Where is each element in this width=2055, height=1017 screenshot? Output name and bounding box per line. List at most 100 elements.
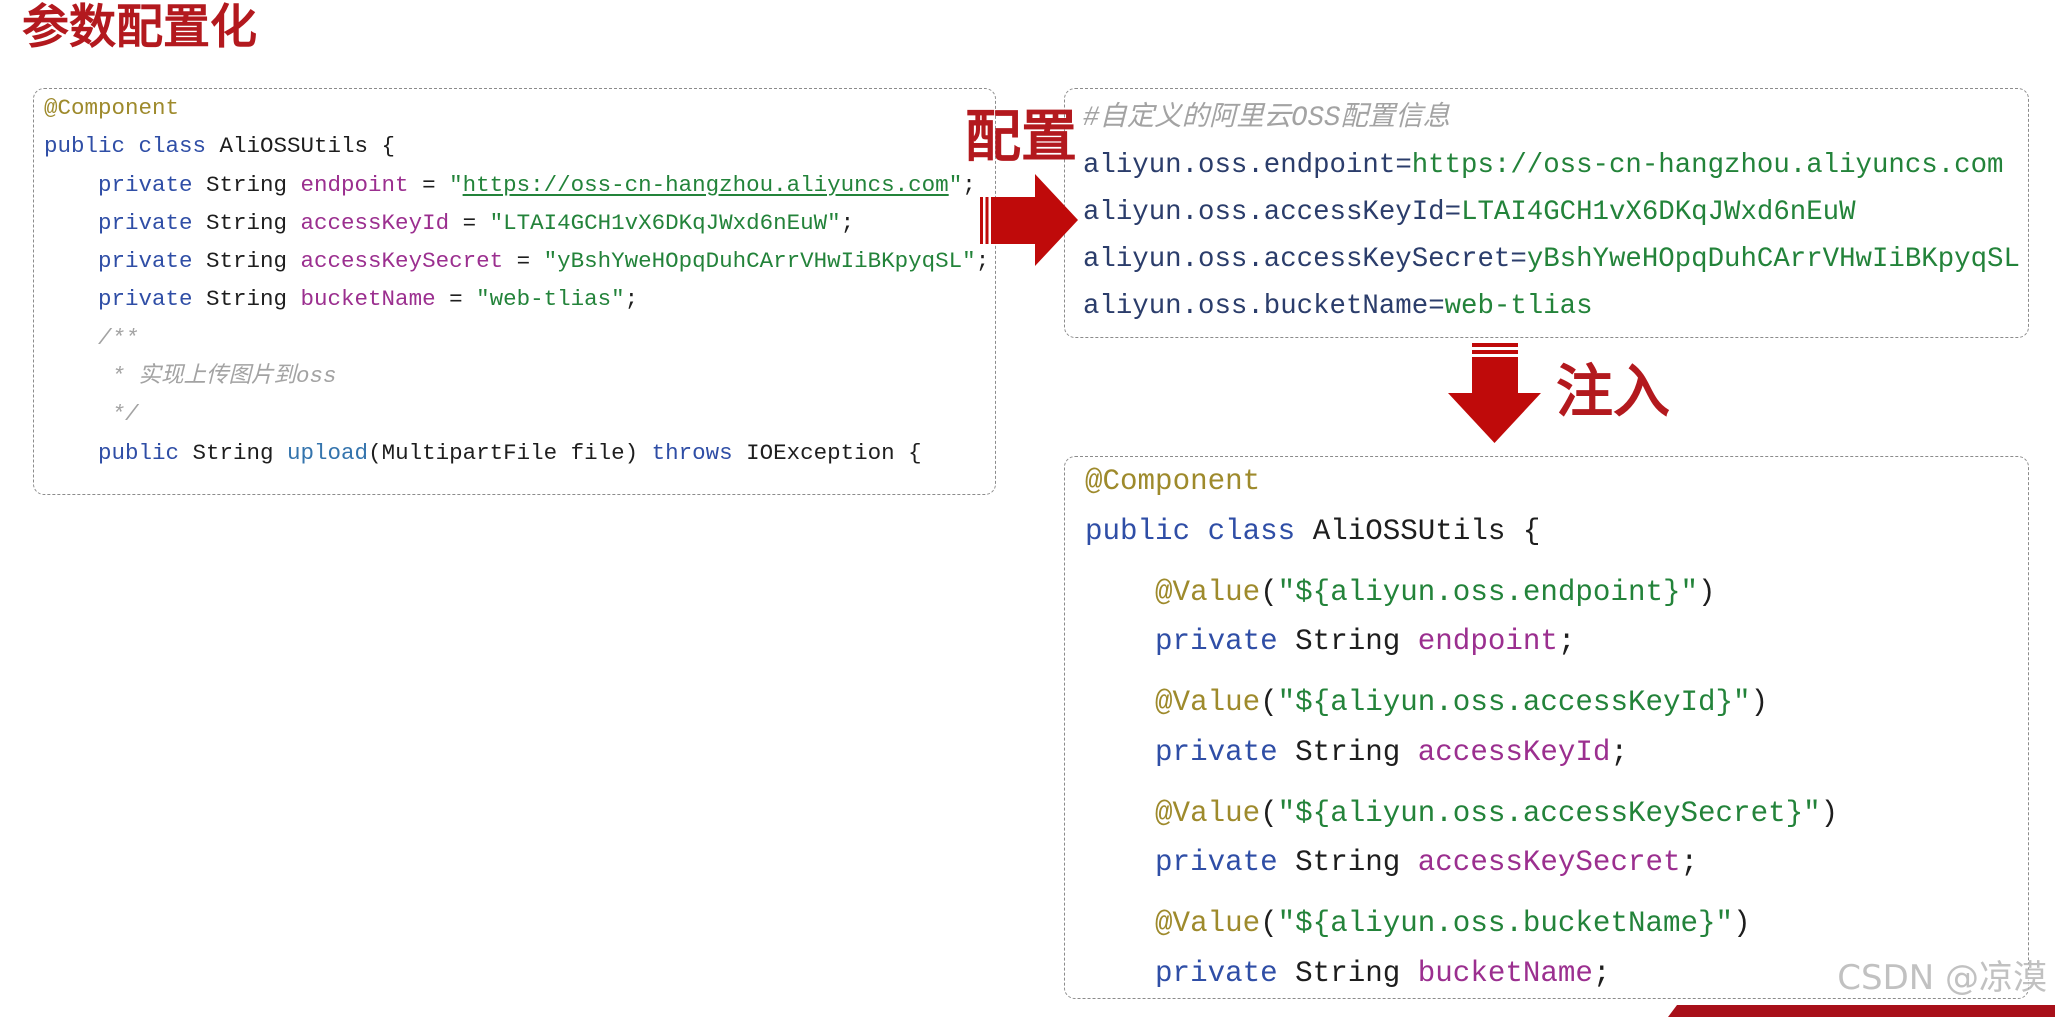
paren: ( — [1260, 907, 1278, 940]
code-line: private String endpoint; — [1085, 617, 2028, 667]
config-value: web-tlias — [1444, 291, 1593, 322]
field-name: bucketName — [1417, 956, 1593, 990]
keyword: throws — [651, 439, 733, 466]
code-line: private String accessKeySecret; — [1085, 838, 2028, 888]
annotation: @Component — [44, 95, 180, 121]
config-key: aliyun.oss.accessKeySecret — [1083, 244, 1511, 275]
keyword: private — [98, 286, 193, 313]
injected-code-panel: @Component public class AliOSSUtils { @V… — [1064, 456, 2029, 999]
type-name: String — [1277, 625, 1418, 658]
config-line: aliyun.oss.bucketName=web-tlias — [1083, 283, 2028, 330]
code-line: private String accessKeyId; — [1085, 728, 2028, 778]
code-line: public class AliOSSUtils { — [44, 127, 995, 165]
operator: = — [435, 286, 477, 313]
paren: ) — [1698, 575, 1716, 609]
field-name: endpoint — [300, 171, 409, 198]
configure-label: 配置 — [965, 105, 1077, 170]
comment: */ — [98, 401, 139, 428]
type-name: String — [1277, 846, 1418, 879]
semicolon: ; — [962, 171, 976, 198]
type-name: String — [192, 171, 301, 198]
string-literal: "${aliyun.oss.endpoint}" — [1277, 575, 1699, 609]
semicolon: ; — [840, 209, 855, 236]
config-line: #自定义的阿里云OSS配置信息 — [1083, 95, 2028, 142]
code-line: private String bucketName = "web-tlias"; — [44, 280, 995, 318]
type-name: String — [179, 439, 288, 466]
paren: ) — [1733, 907, 1751, 940]
keyword: public class — [1085, 514, 1296, 548]
comment: * 实现上传图片到oss — [98, 363, 337, 390]
field-name: accessKeyId — [1417, 735, 1611, 769]
config-line: aliyun.oss.endpoint=https://oss-cn-hangz… — [1083, 142, 2028, 189]
code-line: * 实现上传图片到oss — [44, 357, 995, 395]
annotation: @Value — [1155, 686, 1261, 719]
semicolon: ; — [1592, 956, 1611, 990]
keyword: private — [1155, 956, 1278, 990]
config-value: yBshYweHOpqDuhCArrVHwIiBKpyqSL — [1526, 244, 2020, 275]
code-line: private String accessKeyId = "LTAI4GCH1v… — [44, 204, 995, 242]
code-line: @Value("${aliyun.oss.accessKeySecret}") — [1085, 789, 2028, 839]
code-line: @Component — [44, 89, 995, 127]
annotation: @Value — [1155, 575, 1261, 609]
code-line: /** — [44, 319, 995, 357]
operator: = — [449, 209, 490, 236]
config-key: aliyun.oss.bucketName — [1083, 291, 1429, 322]
keyword: private — [98, 171, 193, 198]
exception-type: IOException { — [732, 439, 922, 466]
code-line: */ — [44, 395, 995, 433]
config-value: https://oss-cn-hangzhou.aliyuncs.com — [1411, 150, 2004, 181]
class-declaration: AliOSSUtils { — [1295, 514, 1541, 548]
config-line: aliyun.oss.accessKeyId=LTAI4GCH1vX6DKqJW… — [1083, 189, 2028, 236]
page-title: 参数配置化 — [22, 0, 257, 55]
config-line: aliyun.oss.accessKeySecret=yBshYweHOpqDu… — [1083, 236, 2028, 283]
string-literal: "${aliyun.oss.accessKeySecret}" — [1277, 796, 1821, 830]
config-separator: = — [1444, 197, 1462, 228]
comment: /** — [98, 324, 139, 351]
field-name: accessKeySecret — [300, 248, 504, 275]
paren: ( — [1260, 686, 1278, 719]
keyword: private — [1155, 735, 1278, 769]
config-key: aliyun.oss.endpoint — [1083, 150, 1396, 181]
config-value: LTAI4GCH1vX6DKqJWxd6nEuW — [1461, 197, 1856, 228]
arrow-down-icon — [1448, 343, 1541, 443]
annotation: @Value — [1155, 796, 1261, 830]
inject-label: 注入 — [1556, 359, 1670, 425]
string-literal: "${aliyun.oss.bucketName}" — [1277, 907, 1734, 940]
type-name: String — [192, 286, 301, 313]
arrow-right-icon — [980, 174, 1078, 266]
operator: = — [408, 171, 450, 198]
code-line: @Value("${aliyun.oss.bucketName}") — [1085, 899, 2028, 949]
keyword: public class — [44, 133, 207, 160]
string-literal: "${aliyun.oss.accessKeyId}" — [1277, 686, 1751, 719]
method-name: upload — [287, 439, 369, 466]
source-code-panel: @Component public class AliOSSUtils { pr… — [33, 88, 996, 495]
paren: ( — [1260, 575, 1278, 609]
type-name: String — [1277, 735, 1418, 769]
string-literal: "LTAI4GCH1vX6DKqJWxd6nEuW" — [489, 209, 841, 236]
config-separator: = — [1428, 291, 1445, 322]
keyword: private — [98, 248, 193, 275]
paren: ) — [1750, 686, 1769, 719]
field-name: accessKeySecret — [1417, 846, 1681, 879]
code-line: @Value("${aliyun.oss.accessKeyId}") — [1085, 678, 2028, 728]
annotation: @Value — [1155, 907, 1261, 940]
code-line: @Component — [1085, 457, 2028, 507]
config-file-panel: #自定义的阿里云OSS配置信息 aliyun.oss.endpoint=http… — [1064, 88, 2029, 338]
keyword: private — [1155, 846, 1278, 879]
keyword: private — [1155, 625, 1278, 658]
parameter-list: (MultipartFile file) — [368, 439, 652, 466]
semicolon: ; — [1680, 846, 1699, 879]
code-line: @Value("${aliyun.oss.endpoint}") — [1085, 568, 2028, 618]
annotation: @Component — [1085, 465, 1261, 498]
semicolon: ; — [624, 286, 639, 313]
paren: ( — [1260, 796, 1278, 830]
string-quote: " — [948, 171, 963, 198]
operator: = — [503, 248, 544, 275]
type-name: String — [1277, 956, 1418, 990]
config-key: aliyun.oss.accessKeyId — [1083, 197, 1445, 228]
config-separator: = — [1510, 244, 1527, 275]
code-line: public String upload(MultipartFile file)… — [44, 434, 995, 472]
string-literal: "yBshYweHOpqDuhCArrVHwIiBKpyqSL" — [543, 248, 976, 275]
string-quote: " — [449, 171, 463, 198]
watermark: CSDN @凉漠 — [1837, 958, 2047, 998]
